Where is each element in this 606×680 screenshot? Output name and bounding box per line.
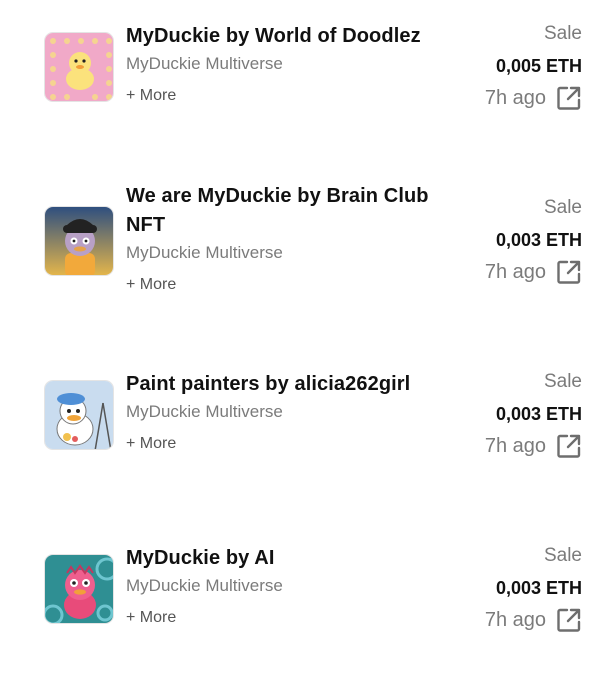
event-type: Sale <box>543 23 582 44</box>
more-button[interactable]: + More <box>126 85 176 107</box>
event-type: Sale <box>543 197 582 218</box>
collection-name[interactable]: MyDuckie Multiverse <box>126 575 283 597</box>
collection-name[interactable]: MyDuckie Multiverse <box>126 242 283 264</box>
event-type: Sale <box>543 545 582 566</box>
timestamp: 7h ago <box>484 609 546 631</box>
more-button[interactable]: + More <box>126 433 176 455</box>
sale-price: 0,003 ETH <box>495 404 582 424</box>
timestamp: 7h ago <box>484 261 546 283</box>
collection-name[interactable]: MyDuckie Multiverse <box>126 53 283 75</box>
nft-thumbnail[interactable] <box>44 32 114 102</box>
external-link-icon[interactable] <box>556 85 582 111</box>
external-link-icon[interactable] <box>556 433 582 459</box>
nft-title[interactable]: MyDuckie by AI <box>126 544 456 573</box>
timestamp-link[interactable]: 7h ago <box>485 432 582 460</box>
collection-name[interactable]: MyDuckie Multiverse <box>126 401 283 423</box>
event-type: Sale <box>543 371 582 392</box>
nft-title[interactable]: We are MyDuckie by Brain Club NFT <box>126 182 456 240</box>
nft-thumbnail[interactable] <box>44 380 114 450</box>
external-link-icon[interactable] <box>556 259 582 285</box>
timestamp-link[interactable]: 7h ago <box>485 606 582 634</box>
timestamp-link[interactable]: 7h ago <box>485 84 582 112</box>
external-link-icon[interactable] <box>556 607 582 633</box>
more-button[interactable]: + More <box>126 607 176 629</box>
sale-price: 0,005 ETH <box>495 56 582 76</box>
sale-price: 0,003 ETH <box>495 230 582 250</box>
sale-price: 0,003 ETH <box>495 578 582 598</box>
nft-title[interactable]: Paint painters by alicia262girl <box>126 370 456 399</box>
timestamp-link[interactable]: 7h ago <box>485 258 582 286</box>
nft-title[interactable]: MyDuckie by World of Doodlez <box>126 22 456 51</box>
activity-list: MyDuckie by World of Doodlez MyDuckie Mu… <box>0 0 606 680</box>
nft-thumbnail[interactable] <box>44 206 114 276</box>
nft-thumbnail[interactable] <box>44 554 114 624</box>
timestamp: 7h ago <box>484 87 546 109</box>
timestamp: 7h ago <box>484 435 546 457</box>
more-button[interactable]: + More <box>126 274 176 296</box>
